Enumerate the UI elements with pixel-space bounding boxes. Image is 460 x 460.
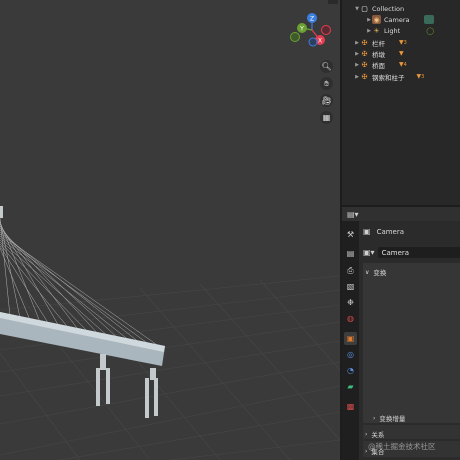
- properties-header: ▤▾: [342, 207, 460, 221]
- object-name-field[interactable]: Camera: [377, 247, 460, 258]
- object-square-icon: ▣: [363, 227, 371, 236]
- editor-type-icon[interactable]: ▤▾: [347, 210, 359, 219]
- outliner-label: 钢索和柱子: [372, 73, 405, 82]
- outliner-label: 桥墩: [372, 50, 385, 59]
- outliner-row-light[interactable]: ▶ ☀ Light ◯: [342, 25, 460, 36]
- zoom-icon[interactable]: 🔍︎: [320, 60, 333, 73]
- outliner-row-collection[interactable]: ▼ ▢ Collection: [342, 3, 460, 14]
- outliner-label: Camera: [384, 15, 410, 24]
- properties-tab-bar: ⚒ ▤ ⎙ ▧ ❉ ◍ ▣ ◎ ◔ ▰ ▩: [342, 221, 359, 460]
- empty-axes-icon: ✠: [361, 49, 368, 58]
- watermark: @稀土掘金技术社区: [368, 442, 436, 451]
- empty-axes-icon: ✠: [361, 72, 368, 81]
- tool-tab-icon[interactable]: ⚒: [344, 228, 357, 241]
- transform-label: 变换: [373, 269, 387, 277]
- delta-transform-header[interactable]: › 变换增量: [373, 413, 406, 424]
- texture-tab-icon[interactable]: ▩: [344, 400, 357, 413]
- collapse-arrow-icon: ∨: [365, 268, 370, 276]
- context-name: Camera: [376, 227, 405, 236]
- camera-data-icon[interactable]: [423, 15, 434, 24]
- relations-header[interactable]: › 关系: [365, 429, 385, 440]
- child-count: 3: [403, 39, 407, 46]
- floor-grid: [0, 275, 340, 460]
- outliner-row-cables[interactable]: ▶ ✠ 钢索和柱子 ▼ 3: [342, 71, 460, 82]
- outliner-row-railing[interactable]: ▶ ✠ 栏杆 ▼ 3: [342, 37, 460, 48]
- outliner[interactable]: ▼ ▢ Collection ▶ ◉ Camera ▶ ☀ Light ◯ ▶ …: [342, 0, 460, 205]
- transform-header[interactable]: ∨ 变换: [365, 267, 387, 278]
- 3d-viewport[interactable]: Z Y X 🔍︎ ✋︎ 🎥︎ ▦: [0, 0, 340, 460]
- physics-tab-icon[interactable]: ◔: [344, 364, 357, 377]
- gizmo-y-label: Y: [299, 26, 304, 33]
- camera-view-icon[interactable]: 🎥︎: [320, 94, 333, 107]
- modifiers-tab-icon[interactable]: ◎: [344, 348, 357, 361]
- view-layer-tab-icon[interactable]: ▧: [344, 280, 357, 293]
- perspective-grid-icon[interactable]: ▦: [320, 111, 333, 124]
- properties-panel[interactable]: ▣ Camera ▣▾ Camera ∨ 变换 › 变换增量 › 关系 › 集合: [359, 221, 460, 460]
- object-tab-icon[interactable]: ▣: [344, 332, 357, 345]
- navigation-gizmo[interactable]: Z Y X: [290, 13, 331, 47]
- empty-axes-icon: ✠: [361, 38, 368, 47]
- delta-transform-label: 变换增量: [379, 415, 406, 423]
- outliner-row-camera[interactable]: ▶ ◉ Camera: [342, 14, 460, 25]
- outliner-label: Collection: [372, 4, 405, 13]
- empty-axes-icon: ✠: [361, 60, 368, 69]
- outliner-label: Light: [384, 26, 401, 35]
- mesh-icon[interactable]: ▼: [399, 50, 404, 57]
- viewport-header-edge: [328, 0, 338, 4]
- outliner-label: 桥面: [372, 61, 385, 70]
- pylon-top: [0, 206, 3, 218]
- viewport-scene: Z Y X: [0, 13, 340, 460]
- object-name-value: Camera: [381, 248, 410, 257]
- collection-icon: ▢: [361, 4, 368, 13]
- gizmo-x-label: X: [318, 38, 322, 45]
- relations-label: 关系: [371, 431, 385, 439]
- camera-object-icon: ◉: [372, 15, 381, 24]
- pan-hand-icon[interactable]: ✋︎: [320, 77, 333, 90]
- scene-tab-icon[interactable]: ❉: [344, 296, 357, 309]
- world-tab-icon[interactable]: ◍: [344, 312, 357, 325]
- expand-arrow-icon: ›: [373, 414, 376, 422]
- light-object-icon: ☀: [373, 26, 380, 35]
- child-count: 4: [403, 61, 407, 68]
- object-data-tab-icon[interactable]: ▰: [344, 380, 357, 393]
- context-breadcrumb: ▣ Camera: [363, 227, 404, 236]
- output-tab-icon[interactable]: ⎙: [344, 264, 357, 277]
- object-type-icon[interactable]: ▣▾: [363, 248, 375, 257]
- transform-panel: [363, 263, 460, 411]
- object-name-row: ▣▾ Camera: [363, 247, 460, 258]
- outliner-row-pier[interactable]: ▶ ✠ 桥墩 ▼: [342, 48, 460, 59]
- child-count: 3: [421, 73, 425, 80]
- render-tab-icon[interactable]: ▤: [344, 247, 357, 260]
- outliner-row-deck[interactable]: ▶ ✠ 桥面 ▼ 4: [342, 59, 460, 70]
- expand-arrow-icon: ›: [365, 430, 368, 438]
- outliner-label: 栏杆: [372, 39, 385, 48]
- bridge-piers: [96, 354, 158, 418]
- gizmo-z-label: Z: [310, 16, 314, 23]
- light-data-icon[interactable]: ◯: [426, 27, 434, 35]
